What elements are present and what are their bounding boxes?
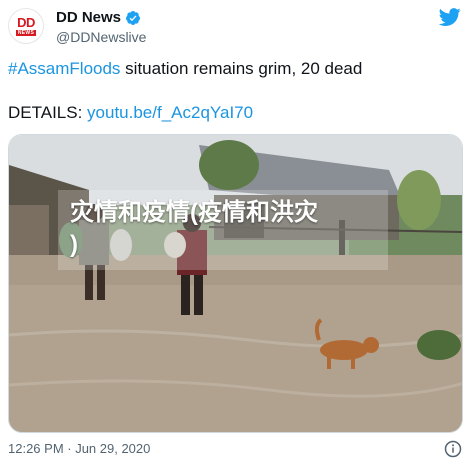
avatar-logo-subtext: NEWS	[15, 30, 37, 36]
flood-photo	[9, 135, 462, 432]
tweet-text: #AssamFloods situation remains grim, 20 …	[8, 57, 464, 125]
youtube-link[interactable]: youtu.be/f_Ac2qYaI70	[87, 103, 253, 122]
tweet-card: DD NEWS DD News @DDNewslive #AssamFloods…	[0, 0, 472, 464]
twitter-bird-icon[interactable]	[438, 6, 462, 28]
info-icon[interactable]	[444, 440, 462, 458]
account-name-row[interactable]: DD News	[56, 9, 141, 27]
text-overlay: 灾情和疫情(疫情和洪灾 )	[70, 197, 380, 261]
details-label: DETAILS:	[8, 103, 88, 122]
hashtag-link[interactable]: #AssamFloods	[8, 59, 120, 78]
tweet-timestamp[interactable]: 12:26 PM · Jun 29, 2020	[8, 441, 150, 457]
avatar[interactable]: DD NEWS	[8, 8, 44, 44]
overlay-line-1: 灾情和疫情(疫情和洪灾	[70, 199, 318, 226]
tweet-body: situation remains grim, 20 dead	[120, 59, 363, 78]
tweet-line-3: DETAILS: youtu.be/f_Ac2qYaI70	[8, 101, 464, 125]
account-handle[interactable]: @DDNewslive	[56, 29, 146, 45]
overlay-line-2: )	[70, 231, 78, 258]
verified-badge-icon	[126, 11, 141, 25]
tweet-line-1: #AssamFloods situation remains grim, 20 …	[8, 57, 464, 81]
tweet-spacer	[8, 81, 464, 101]
tweet-media-photo[interactable]	[8, 134, 463, 433]
avatar-logo-text: DD	[17, 15, 35, 30]
account-name[interactable]: DD News	[56, 9, 121, 27]
